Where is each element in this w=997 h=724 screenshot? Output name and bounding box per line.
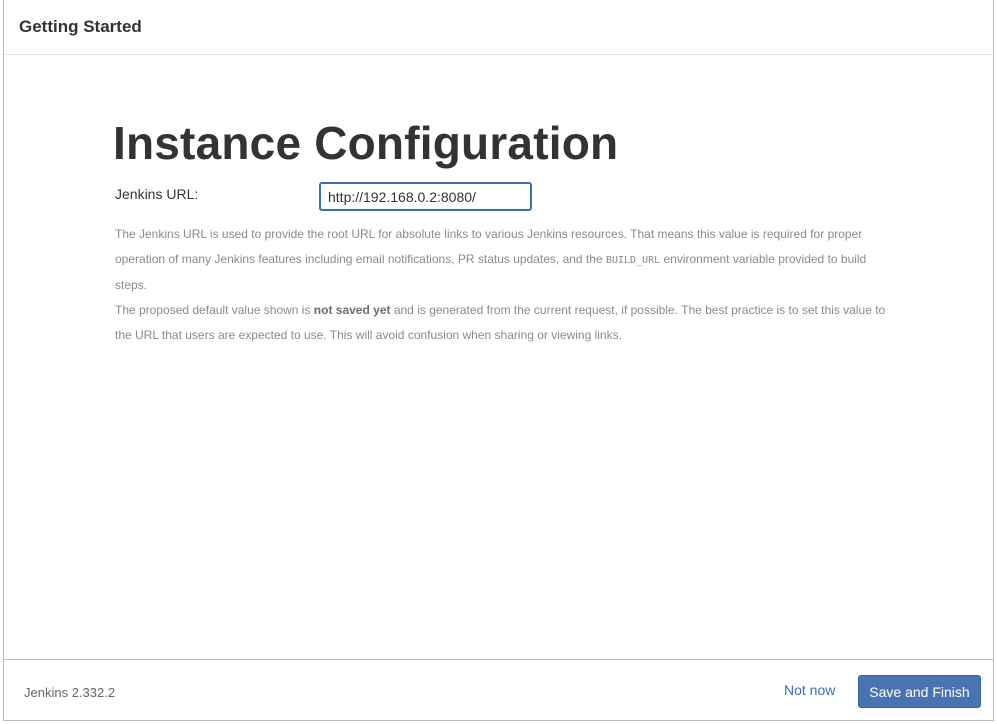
jenkins-version: Jenkins 2.332.2 bbox=[24, 685, 116, 700]
page-heading: Instance Configuration bbox=[113, 117, 619, 169]
setup-wizard-dialog: Getting Started Instance Configuration J… bbox=[3, 0, 994, 721]
not-saved-yet-emphasis: not saved yet bbox=[313, 303, 391, 317]
help-text: The proposed default value shown is bbox=[115, 303, 314, 317]
jenkins-url-help: The Jenkins URL is used to provide the r… bbox=[115, 222, 890, 348]
jenkins-url-input[interactable] bbox=[319, 182, 532, 211]
jenkins-url-label: Jenkins URL: bbox=[115, 186, 199, 202]
save-and-finish-button[interactable]: Save and Finish bbox=[858, 675, 981, 708]
dialog-header: Getting Started bbox=[4, 0, 993, 55]
dialog-footer: Jenkins 2.332.2 Not now Save and Finish bbox=[4, 659, 993, 721]
help-paragraph-2: The proposed default value shown is not … bbox=[115, 298, 890, 348]
build-url-code: BUILD_URL bbox=[605, 255, 661, 266]
help-paragraph-1: The Jenkins URL is used to provide the r… bbox=[115, 222, 890, 298]
dialog-title: Getting Started bbox=[19, 17, 142, 36]
not-now-button[interactable]: Not now bbox=[778, 674, 841, 706]
